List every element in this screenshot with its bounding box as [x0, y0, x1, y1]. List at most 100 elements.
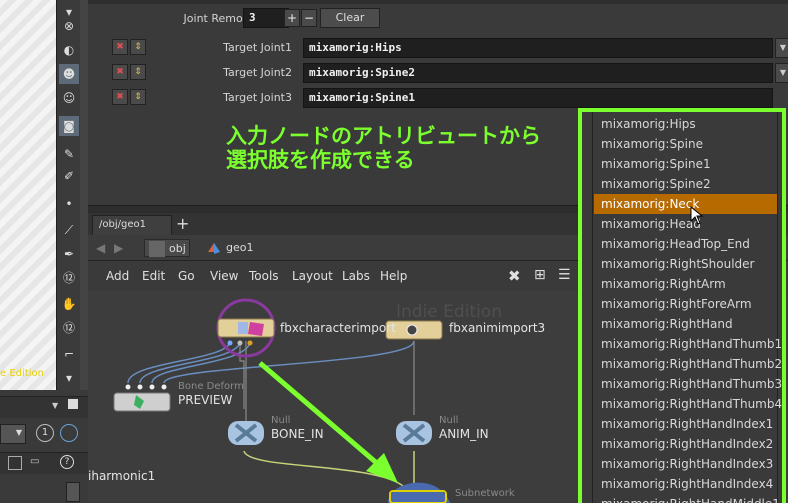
obj-icon: [149, 241, 165, 257]
skeleton-tool-icon[interactable]: ☺: [59, 88, 79, 108]
bone-tool-icon[interactable]: ⊗: [59, 16, 79, 36]
dropdown-option[interactable]: mixamorig:RightHandThumb3: [594, 374, 782, 394]
menu-layout[interactable]: Layout: [292, 269, 333, 283]
camera-tool-icon[interactable]: ◙: [59, 116, 79, 136]
network-tab[interactable]: /obj/geo1: [92, 215, 172, 235]
node-preview[interactable]: PREVIEW: [178, 393, 232, 407]
menu-edit[interactable]: Edit: [142, 269, 165, 283]
ring-one[interactable]: 1: [36, 424, 54, 442]
menu-go[interactable]: Go: [178, 269, 195, 283]
dropdown-option[interactable]: mixamorig:RightHandIndex2: [594, 434, 777, 454]
node-fbxanimimport3[interactable]: fbxanimimport3: [449, 321, 545, 335]
target-joint2-menu-button[interactable]: ▼: [775, 63, 788, 83]
target-ring-icon[interactable]: [60, 424, 78, 442]
houdini-window: e Edition ▾ ⊗ ◐ ☻ ☺ ◙ ✎ ✐ • ⟋ ✒ ⑫ ✋ ⑫ ⌐ …: [0, 0, 788, 503]
annotation-line1: 入力ノードのアトリビュートから: [226, 124, 541, 148]
dropdown-option[interactable]: mixamorig:RightHand: [594, 314, 777, 334]
left-square-icon[interactable]: [68, 399, 78, 409]
null2-type: Null: [439, 415, 459, 426]
menu-tools[interactable]: Tools: [249, 269, 279, 283]
dropdown-option[interactable]: mixamorig:RightHandIndex3: [594, 454, 777, 474]
dropdown-option[interactable]: mixamorig:RightHandIndex4: [594, 474, 777, 494]
dropdown-option[interactable]: mixamorig:Spine: [594, 134, 777, 154]
dropdown-option[interactable]: mixamorig:Head: [594, 214, 777, 234]
forward-arrow-icon[interactable]: ▶: [114, 241, 123, 255]
dropdown-option[interactable]: mixamorig:Spine2: [594, 174, 777, 194]
breadcrumb-obj[interactable]: obj: [144, 239, 190, 257]
left-toolbar: ▼: [0, 396, 88, 418]
node-iharmonic1[interactable]: iharmonic1: [88, 469, 155, 483]
row2-remove-button[interactable]: ✖: [112, 64, 128, 80]
weight-tool-icon[interactable]: ⑫: [59, 318, 79, 338]
breadcrumb-geo1[interactable]: geo1: [202, 239, 262, 257]
null1-type: Null: [271, 415, 291, 426]
dropdown-option[interactable]: mixamorig:RightArm: [594, 274, 777, 294]
node-bone-in[interactable]: BONE_IN: [271, 427, 324, 441]
tool-shelf: ▾ ⊗ ◐ ☻ ☺ ◙ ✎ ✐ • ⟋ ✒ ⑫ ✋ ⑫ ⌐ ▾: [56, 0, 80, 390]
dropdown-option[interactable]: mixamorig:Spine1: [594, 154, 777, 174]
node-fbxcharacterimport[interactable]: fbxcharacterimport: [280, 321, 396, 335]
dot-tool-icon[interactable]: •: [59, 194, 79, 214]
subnetwork-type: Subnetwork: [455, 488, 515, 499]
left-scroll[interactable]: [66, 482, 80, 502]
dropdown-option[interactable]: mixamorig:RightHandThumb2: [594, 354, 782, 374]
help-icon[interactable]: ?: [60, 455, 74, 469]
twelve-tool-icon[interactable]: ⑫: [59, 268, 79, 288]
clear-button[interactable]: Clear: [320, 8, 380, 28]
menu-view[interactable]: View: [210, 269, 238, 283]
annotation: 入力ノードのアトリビュートから 選択肢を作成できる: [226, 124, 541, 172]
split-icon[interactable]: ▭: [30, 456, 39, 467]
sculpt-tool-icon[interactable]: ✋: [59, 294, 79, 314]
capture-tool-icon[interactable]: ◐: [59, 40, 79, 60]
left-dropdown-icon[interactable]: ▼: [52, 401, 58, 410]
shelf-more-icon[interactable]: ▾: [59, 368, 79, 388]
paint-tool-icon[interactable]: ✎: [59, 144, 79, 164]
node-anim-in[interactable]: ANIM_IN: [439, 427, 489, 441]
left-toolbar-2: ▭ ?: [0, 452, 88, 474]
bone-deform-type: Bone Deform: [178, 381, 244, 392]
joint-dropdown-highlight: mixamorig:Hips mixamorig:Spine mixamorig:S…: [578, 108, 786, 503]
row2-insert-button[interactable]: ⇕: [130, 64, 146, 80]
tools-wrench-icon[interactable]: ✖: [508, 267, 521, 285]
menu-labs[interactable]: Labs: [342, 269, 370, 283]
knife-tool-icon[interactable]: ⟋: [59, 220, 79, 240]
viewport[interactable]: e Edition: [0, 0, 56, 390]
list-view-icon[interactable]: ☰: [558, 267, 571, 283]
dropdown-option[interactable]: mixamorig:RightHandIndex1: [594, 414, 777, 434]
row3-insert-button[interactable]: ⇕: [130, 89, 146, 105]
row2-label: Target Joint2: [223, 66, 292, 79]
back-arrow-icon[interactable]: ◀: [96, 241, 105, 255]
row1-insert-button[interactable]: ⇕: [130, 39, 146, 55]
dropdown-option[interactable]: mixamorig:RightHandThumb1: [594, 334, 782, 354]
dropdown-option[interactable]: mixamorig:RightHandMiddle1: [594, 494, 780, 503]
target-joint1-menu-button[interactable]: ▼: [775, 38, 788, 58]
menu-help[interactable]: Help: [380, 269, 407, 283]
joint-remove-minus-button[interactable]: −: [301, 9, 317, 27]
dropdown-option[interactable]: mixamorig:Hips: [594, 114, 777, 134]
skull-tool-icon[interactable]: ☻: [59, 64, 79, 84]
target-joint3-field[interactable]: mixamorig:Spine1: [303, 88, 773, 108]
breadcrumb-geo1-label: geo1: [226, 241, 254, 254]
brush-tool-icon[interactable]: ✐: [59, 166, 79, 186]
target-joint1-field[interactable]: mixamorig:Hips: [303, 38, 773, 58]
row3-label: Target Joint3: [223, 91, 292, 104]
row1-label: Target Joint1: [223, 41, 292, 54]
panel-icon[interactable]: [8, 456, 22, 470]
add-tab-button[interactable]: +: [176, 214, 189, 233]
dropdown-option[interactable]: mixamorig:HeadTop_End: [594, 234, 777, 254]
left-bottom-panel: ▼ ▼ 1 ▭ ?: [0, 390, 88, 503]
joint-remove-plus-button[interactable]: +: [284, 9, 300, 27]
dropdown-option[interactable]: mixamorig:RightShoulder: [594, 254, 777, 274]
row3-remove-button[interactable]: ✖: [112, 89, 128, 105]
tree-view-icon[interactable]: ⊞: [534, 267, 546, 283]
row1-remove-button[interactable]: ✖: [112, 39, 128, 55]
pen-tool-icon[interactable]: ✒: [59, 244, 79, 264]
target-joint2-field[interactable]: mixamorig:Spine2: [303, 63, 773, 83]
menu-add[interactable]: Add: [106, 269, 129, 283]
joint-remove-field[interactable]: 3: [243, 8, 289, 28]
left-select[interactable]: ▼: [0, 424, 26, 444]
dropdown-option[interactable]: mixamorig:RightForeArm: [594, 294, 777, 314]
corner-tool-icon[interactable]: ⌐: [59, 344, 79, 364]
dropdown-option[interactable]: mixamorig:RightHandThumb4: [594, 394, 782, 414]
dropdown-option[interactable]: mixamorig:Neck: [594, 194, 777, 214]
